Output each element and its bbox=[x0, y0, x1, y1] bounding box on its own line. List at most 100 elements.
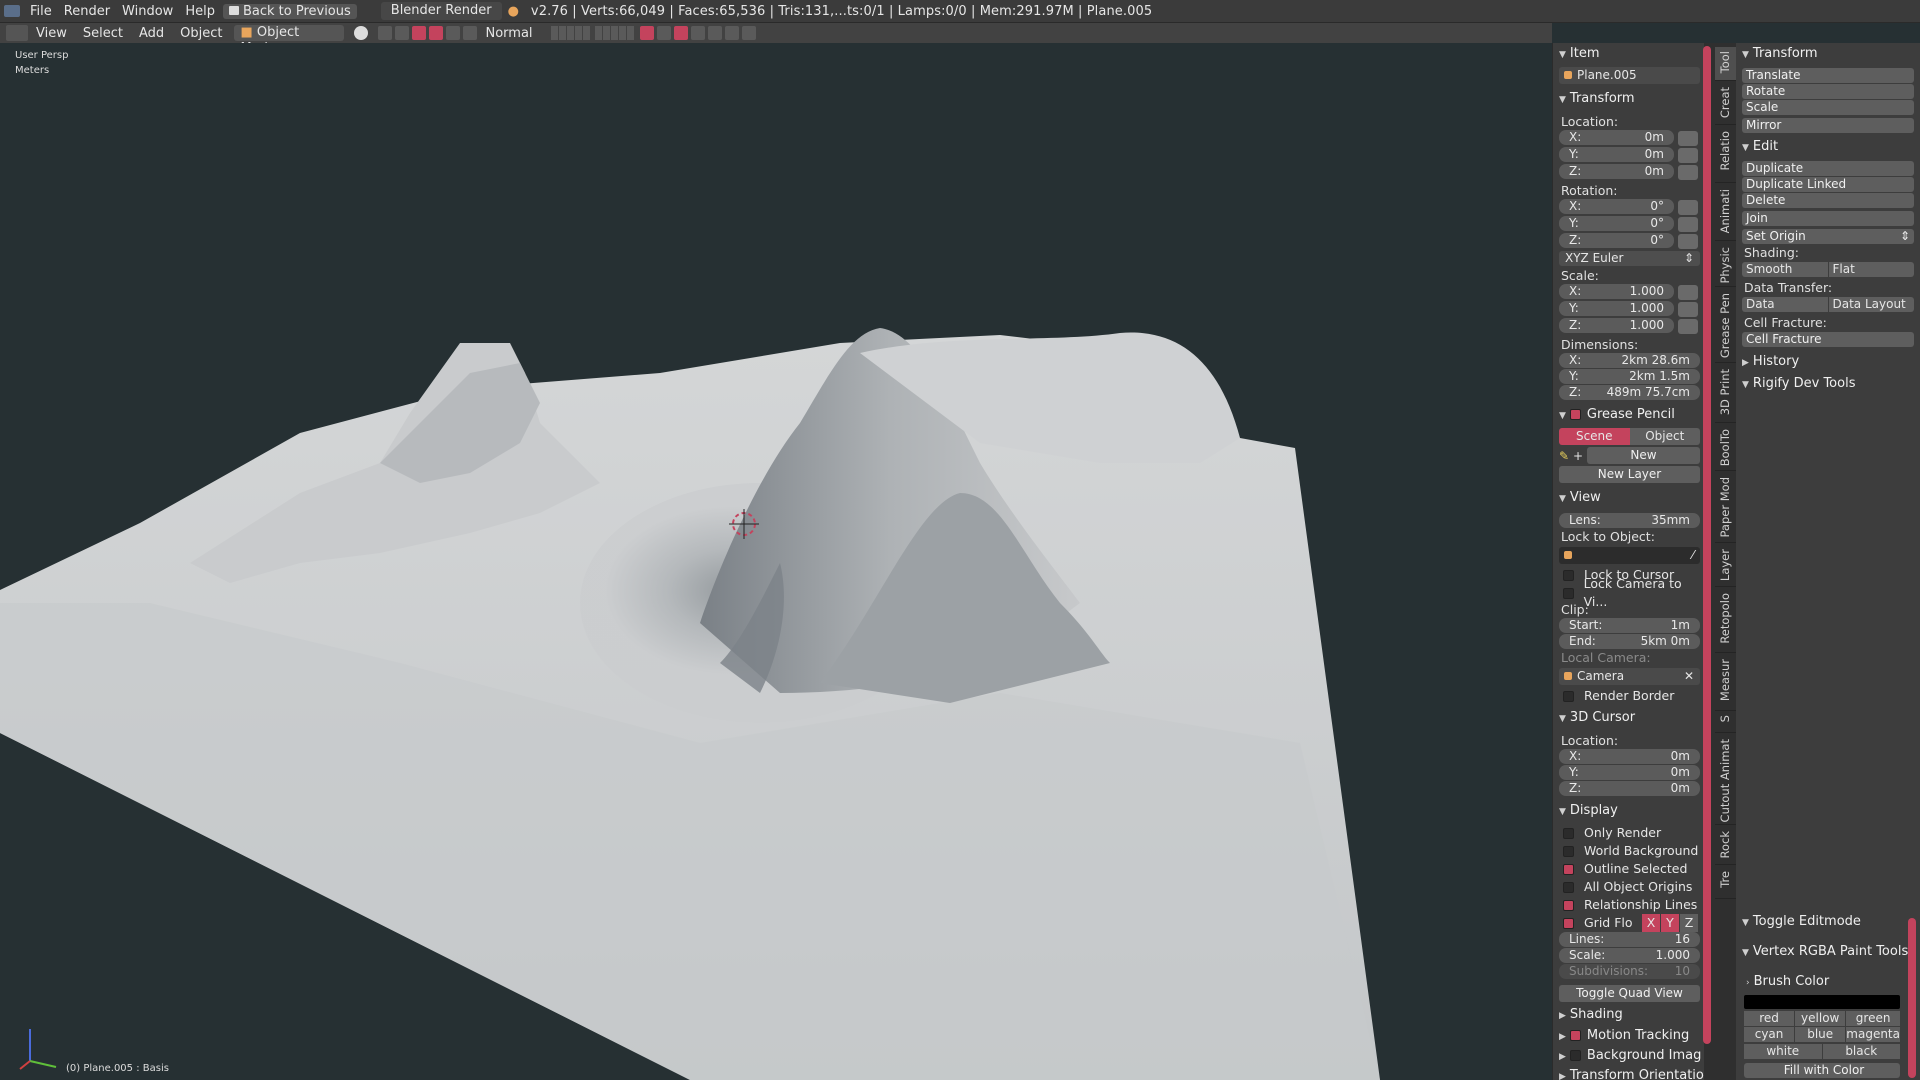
lock-scale-y-icon[interactable] bbox=[1678, 301, 1698, 317]
tab-tree[interactable]: Tre bbox=[1715, 865, 1736, 899]
eyedropper-icon[interactable]: ⁄ bbox=[1692, 547, 1694, 564]
grid-lines-field[interactable]: Lines: 16 bbox=[1559, 932, 1700, 947]
lock-location-x-icon[interactable] bbox=[1678, 130, 1698, 146]
world-background-checkbox[interactable]: World Background bbox=[1553, 842, 1704, 860]
render-preview-icon[interactable] bbox=[657, 26, 672, 40]
vertex-rgba-header[interactable]: ▼ Vertex RGBA Paint Tools bbox=[1736, 941, 1920, 963]
color-white-button[interactable]: white bbox=[1744, 1044, 1822, 1059]
menu-file[interactable]: File bbox=[24, 4, 58, 19]
color-magenta-button[interactable]: magenta bbox=[1846, 1027, 1900, 1042]
layer-buttons[interactable] bbox=[551, 26, 635, 40]
rotation-y-field[interactable]: Y: 0° bbox=[1559, 216, 1674, 231]
back-to-previous-button[interactable]: Back to Previous bbox=[222, 3, 357, 19]
background-images-checkbox[interactable] bbox=[1569, 1050, 1581, 1061]
history-panel-header[interactable]: ▶ History bbox=[1736, 351, 1920, 373]
tab-booltool[interactable]: BoolTo bbox=[1715, 423, 1736, 471]
tab-3d-print[interactable]: 3D Print bbox=[1715, 363, 1736, 423]
brush-color-header[interactable]: › Brush Color bbox=[1736, 971, 1920, 993]
3d-cursor-icon[interactable] bbox=[727, 507, 761, 541]
delete-button[interactable]: Delete bbox=[1742, 193, 1914, 208]
lens-field[interactable]: Lens: 35mm bbox=[1559, 513, 1700, 528]
clear-icon[interactable]: ✕ bbox=[1684, 668, 1694, 685]
fill-with-color-button[interactable]: Fill with Color bbox=[1744, 1063, 1900, 1078]
menu-select[interactable]: Select bbox=[75, 26, 131, 41]
object-tab[interactable]: Object bbox=[1629, 428, 1700, 445]
lock-rotation-z-icon[interactable] bbox=[1678, 233, 1698, 249]
grid-axis-z-toggle[interactable]: Z bbox=[1680, 914, 1698, 932]
scale-y-field[interactable]: Y: 1.000 bbox=[1559, 301, 1674, 316]
motion-tracking-panel-header[interactable]: ▶ Motion Tracking bbox=[1553, 1026, 1704, 1046]
tab-cutout-animation[interactable]: Cutout Animat bbox=[1715, 733, 1736, 825]
grid-axis-x-toggle[interactable]: X bbox=[1642, 914, 1660, 932]
mode-select[interactable]: ■ Object Mode bbox=[234, 25, 345, 56]
transform-orientation-select[interactable]: Normal bbox=[485, 26, 545, 41]
shading-panel-header[interactable]: ▶ Shading bbox=[1553, 1004, 1704, 1026]
scale-manipulator-icon[interactable] bbox=[446, 26, 461, 40]
rigify-dev-tools-header[interactable]: ▼ Rigify Dev Tools bbox=[1736, 373, 1920, 395]
render-border-checkbox[interactable]: Render Border bbox=[1553, 687, 1704, 705]
editor-type-icon[interactable] bbox=[0, 4, 24, 19]
toggle-editmode-header[interactable]: ▼ Toggle Editmode bbox=[1736, 911, 1920, 933]
relationship-lines-checkbox[interactable]: Relationship Lines bbox=[1553, 896, 1704, 914]
tab-animation[interactable]: Animati bbox=[1715, 183, 1736, 241]
new-layer-button[interactable]: New Layer bbox=[1559, 466, 1700, 483]
color-green-button[interactable]: green bbox=[1846, 1011, 1900, 1026]
scale-button[interactable]: Scale bbox=[1742, 100, 1914, 115]
cursor-x-field[interactable]: X: 0m bbox=[1559, 749, 1700, 764]
manipulator-toggle-icon[interactable] bbox=[395, 26, 410, 40]
tab-layer[interactable]: Layer bbox=[1715, 543, 1736, 587]
brush-color-swatch[interactable] bbox=[1744, 995, 1900, 1009]
tab-measure[interactable]: Measur bbox=[1715, 653, 1736, 711]
terrain-mesh[interactable] bbox=[0, 43, 1552, 1080]
clip-end-field[interactable]: End: 5km 0m bbox=[1559, 634, 1700, 649]
cell-fracture-button[interactable]: Cell Fracture bbox=[1742, 332, 1914, 347]
tab-s[interactable]: S bbox=[1715, 711, 1736, 733]
local-camera-field[interactable]: Camera ✕ bbox=[1559, 668, 1700, 685]
add-icon[interactable]: + bbox=[1573, 449, 1587, 463]
edit-tools-header[interactable]: ▼ Edit bbox=[1736, 136, 1920, 158]
3d-cursor-panel-header[interactable]: ▼ 3D Cursor bbox=[1553, 707, 1704, 729]
tab-paper-model[interactable]: Paper Mod bbox=[1715, 471, 1736, 543]
lock-object-field[interactable]: ⁄ bbox=[1559, 547, 1700, 564]
color-yellow-button[interactable]: yellow bbox=[1795, 1011, 1846, 1026]
proportional-edit-icon[interactable] bbox=[708, 26, 723, 40]
dimension-z-field[interactable]: Z: 489m 75.7cm bbox=[1559, 385, 1700, 400]
transform-tools-header[interactable]: ▼ Transform bbox=[1736, 43, 1920, 65]
grid-floor-checkbox[interactable]: Grid Flo X Y Z bbox=[1553, 914, 1704, 932]
new-grease-pencil-button[interactable]: New bbox=[1587, 447, 1700, 464]
background-images-panel-header[interactable]: ▶ Background Imag bbox=[1553, 1046, 1704, 1066]
motion-tracking-checkbox[interactable] bbox=[1569, 1030, 1581, 1041]
editor-type-icon[interactable] bbox=[6, 25, 28, 41]
view-panel-header[interactable]: ▼ View bbox=[1553, 487, 1704, 509]
snap-element-icon[interactable] bbox=[691, 26, 706, 40]
menu-window[interactable]: Window bbox=[116, 4, 179, 19]
orientation-icon[interactable] bbox=[463, 26, 478, 40]
color-red-button[interactable]: red bbox=[1744, 1011, 1795, 1026]
grease-pencil-panel-header[interactable]: ▼ Grease Pencil bbox=[1553, 404, 1704, 426]
tool-shelf-scrollbar[interactable] bbox=[1908, 918, 1916, 1078]
dimension-y-field[interactable]: Y: 2km 1.5m bbox=[1559, 369, 1700, 384]
rotate-manipulator-icon[interactable] bbox=[429, 26, 444, 40]
scene-tab[interactable]: Scene bbox=[1559, 428, 1630, 445]
translate-manipulator-icon[interactable] bbox=[412, 26, 427, 40]
lock-scale-x-icon[interactable] bbox=[1678, 284, 1698, 300]
item-panel-header[interactable]: ▼ Item bbox=[1553, 43, 1704, 65]
menu-render[interactable]: Render bbox=[58, 4, 116, 19]
transform-orientations-panel-header[interactable]: ▶ Transform Orientatio bbox=[1553, 1066, 1704, 1080]
translate-button[interactable]: Translate bbox=[1742, 68, 1914, 83]
rotation-x-field[interactable]: X: 0° bbox=[1559, 199, 1674, 214]
color-black-button[interactable]: black bbox=[1822, 1044, 1900, 1059]
flat-button[interactable]: Flat bbox=[1828, 262, 1914, 277]
menu-add[interactable]: Add bbox=[131, 26, 172, 41]
lock-rotation-x-icon[interactable] bbox=[1678, 199, 1698, 215]
cursor-z-field[interactable]: Z: 0m bbox=[1559, 781, 1700, 796]
grid-subdivisions-field[interactable]: Subdivisions: 10 bbox=[1559, 964, 1700, 979]
location-x-field[interactable]: X: 0m bbox=[1559, 130, 1674, 145]
toggle-quad-view-button[interactable]: Toggle Quad View bbox=[1559, 985, 1700, 1002]
grease-pencil-checkbox[interactable] bbox=[1569, 409, 1581, 420]
smooth-button[interactable]: Smooth bbox=[1742, 262, 1828, 277]
transform-panel-header[interactable]: ▼ Transform bbox=[1553, 88, 1704, 110]
opengl-render-icon[interactable] bbox=[725, 26, 740, 40]
rotation-z-field[interactable]: Z: 0° bbox=[1559, 233, 1674, 248]
properties-scrollbar[interactable] bbox=[1703, 46, 1711, 1044]
